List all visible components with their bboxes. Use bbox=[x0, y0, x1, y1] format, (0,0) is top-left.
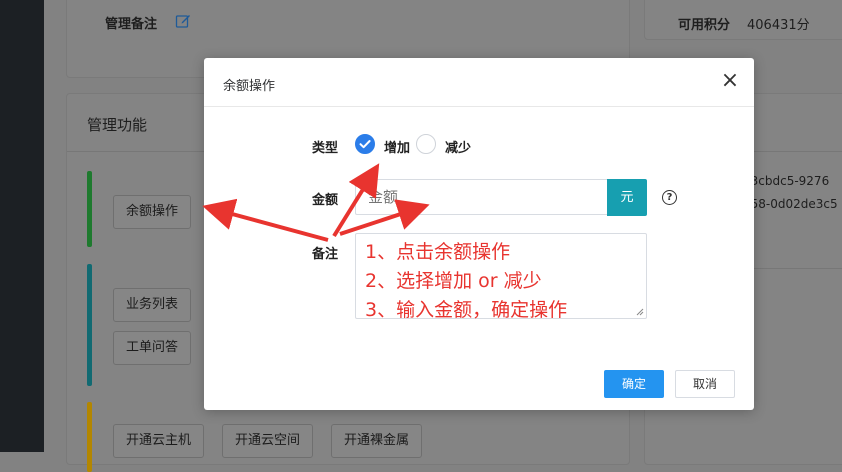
open-cloud-host-button[interactable]: 开通云主机 bbox=[113, 424, 205, 458]
radio-decrease-label[interactable]: 减少 bbox=[445, 137, 471, 156]
type-label: 类型 bbox=[312, 141, 339, 156]
remark-textarea[interactable]: 1、点击余额操作 2、选择增加 or 减少 3、输入金额，确定操作 bbox=[355, 233, 647, 321]
open-cloud-space-button[interactable]: 开通云空间 bbox=[222, 424, 314, 458]
balance-op-dialog: 余额操作 × 类型 增加 减少 金额 元 ? 备注 1、点击余额操作 2、选择增… bbox=[204, 58, 754, 410]
confirm-button[interactable]: 确定 bbox=[604, 370, 664, 398]
amount-unit-addon: 元 bbox=[607, 179, 647, 216]
check-icon bbox=[359, 140, 371, 149]
ticket-qa-button[interactable]: 工单问答 bbox=[113, 331, 192, 365]
stripe-teal bbox=[87, 264, 92, 386]
cancel-button[interactable]: 取消 bbox=[675, 370, 735, 398]
resize-handle-icon[interactable] bbox=[636, 308, 644, 316]
dialog-title: 余额操作 bbox=[223, 79, 276, 94]
radio-increase-label[interactable]: 增加 bbox=[384, 137, 410, 156]
note-label: 管理备注 bbox=[105, 17, 158, 32]
dialog-header-divider bbox=[204, 106, 754, 107]
stripe-green bbox=[87, 171, 92, 247]
amount-label: 金额 bbox=[312, 193, 339, 208]
id-line-2: 558-0d02de3c5 bbox=[743, 197, 838, 211]
balance-op-button[interactable]: 余额操作 bbox=[113, 195, 192, 229]
radio-decrease[interactable] bbox=[416, 134, 436, 154]
business-list-button[interactable]: 业务列表 bbox=[113, 288, 192, 322]
amount-input[interactable] bbox=[355, 179, 607, 215]
stripe-yellow bbox=[87, 402, 92, 472]
radio-increase[interactable] bbox=[355, 134, 375, 154]
points-label: 可用积分 bbox=[678, 18, 731, 33]
points-value: 406431分 bbox=[747, 18, 810, 33]
points-card: 可用积分 406431分 bbox=[644, 0, 842, 40]
id-line-1: 63cbdc5-9276 bbox=[743, 174, 830, 188]
open-bare-metal-button[interactable]: 开通裸金属 bbox=[331, 424, 423, 458]
remark-line-2: 2、选择增加 or 减少 bbox=[365, 270, 542, 292]
close-icon[interactable]: × bbox=[716, 70, 744, 94]
left-nav-strip bbox=[0, 0, 44, 452]
manage-section-title: 管理功能 bbox=[87, 116, 148, 134]
remark-line-1: 1、点击余额操作 bbox=[365, 241, 511, 263]
edit-icon[interactable] bbox=[175, 13, 191, 29]
remark-label: 备注 bbox=[312, 247, 339, 262]
help-icon[interactable]: ? bbox=[662, 190, 677, 205]
remark-line-3: 3、输入金额，确定操作 bbox=[365, 299, 568, 321]
